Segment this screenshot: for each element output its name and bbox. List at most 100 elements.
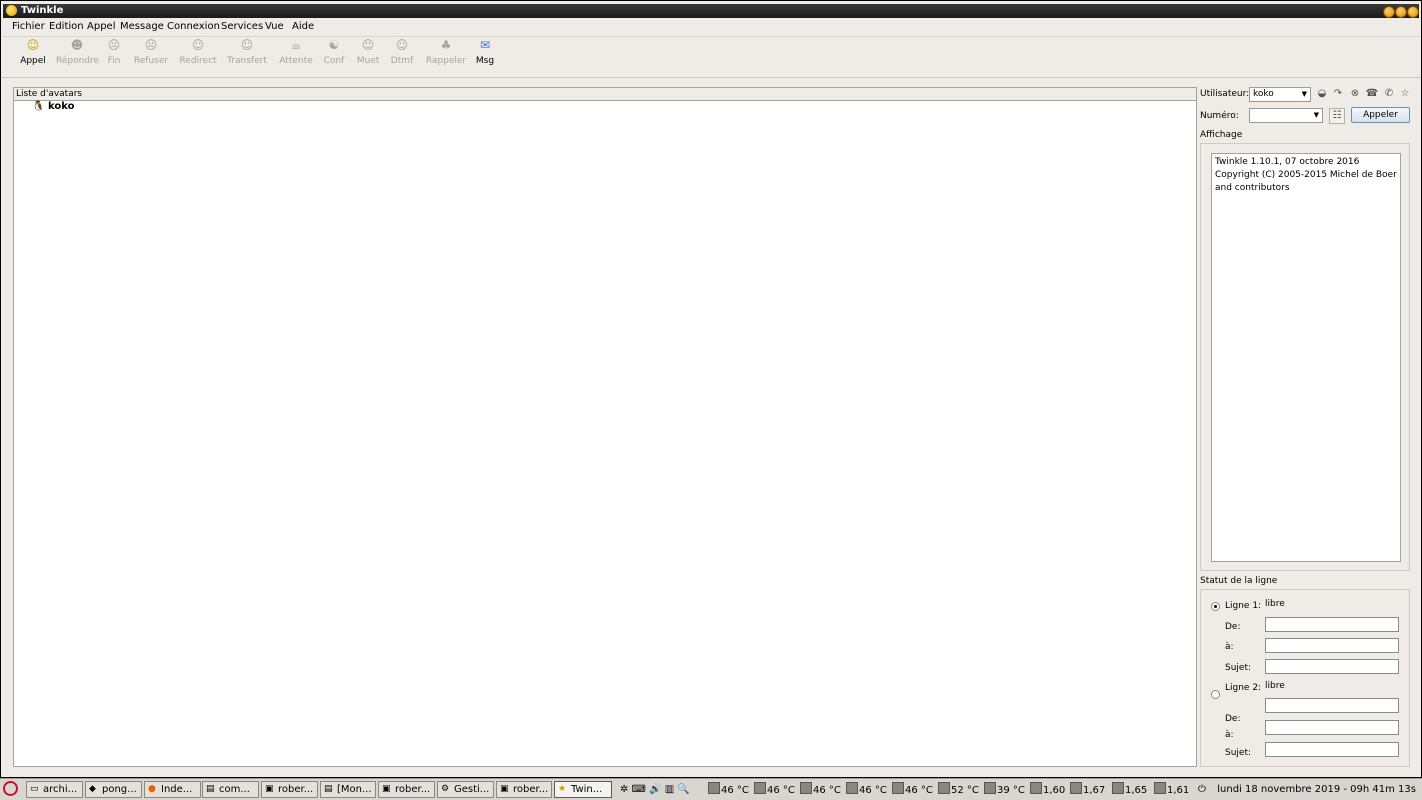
phone-icon[interactable]: ✆ [1382,87,1396,101]
toolbar-appel-button[interactable]: ☺ Appel [20,38,46,67]
toolbar-transfert-button[interactable]: ☺ Transfert [226,39,268,67]
call-button[interactable]: Appeler [1351,107,1410,123]
line1-status: libre [1265,599,1285,609]
toolbar-dtmf-button[interactable]: ☺ Dtmf [390,38,414,67]
fish-icon: ◆ [89,784,96,794]
clock[interactable]: lundi 18 novembre 2019 - 09h 41m 13s [1217,782,1416,797]
menu-fichier[interactable]: Fichier [12,21,45,32]
cpu-freq-2: 1,67 [1070,782,1105,798]
display-title: Affichage [1200,130,1243,140]
auto-answer-icon[interactable]: ⊗ [1348,87,1362,101]
minimize-button[interactable] [1383,6,1395,18]
toolbar-repondre-button[interactable]: ☻ Répondre [56,38,99,67]
hangup-icon: ☹ [107,38,121,52]
title-bar[interactable]: Twinkle [3,4,1419,18]
twinkle-star-icon: ★ [558,784,567,794]
tray-system-icons[interactable]: ✲ ⌨ 🔊 ▥ 🔍 [620,782,690,797]
mute-icon: ☺ [361,38,375,52]
redirect-icon: ☺ [191,38,205,52]
line1-sujet-field[interactable] [1265,659,1399,674]
thermometer-icon [984,782,996,794]
line1-a-field[interactable] [1265,638,1399,653]
line1-radio[interactable] [1211,602,1220,611]
menu-message[interactable]: Message [120,21,164,32]
status-title: Statut de la ligne [1200,576,1278,586]
voicemail-icon[interactable]: ☎ [1365,87,1379,101]
terminal-icon: ▣ [265,784,274,794]
line1-label: Ligne 1: [1225,601,1262,611]
line1-de-field[interactable] [1265,617,1399,632]
line2-de-field[interactable] [1265,720,1399,735]
menu-edition[interactable]: Edition [49,21,84,32]
toolbar-conf-button[interactable]: ☯ Conf [323,39,345,67]
smiley-icon: ☺ [26,38,40,52]
toolbar-redirect-button[interactable]: ☺ Redirect [179,38,217,67]
menu-appel[interactable]: Appel [87,21,115,32]
chevron-down-icon: ▼ [1313,111,1319,119]
task-rober-3[interactable]: ▣ rober... [496,781,552,798]
dnd-icon[interactable]: ◒ [1315,87,1329,101]
menu-vue[interactable]: Vue [265,21,284,32]
task-twinkle[interactable]: ★ Twin... [554,781,612,798]
toolbar: ☺ Appel ☻ Répondre ☹ Fin ☹ Refuser ☺ Red… [3,37,1419,75]
display-area: Twinkle 1.10.1, 07 octobre 2016 Copyrigh… [1211,153,1401,562]
dtmf-icon: ☺ [395,38,409,52]
thermometer-icon [754,782,766,794]
redial-icon: ♣ [440,38,452,52]
hold-icon: ☕ [290,38,302,52]
menu-services[interactable]: Services [221,21,263,32]
editor-icon: ▤ [206,784,215,794]
cpu-freq-1: 1,60 [1030,782,1065,798]
toolbar-attente-button[interactable]: ☕ Attente [278,38,314,67]
number-input[interactable]: ▼ [1249,108,1323,123]
task-archi[interactable]: ▭ archi... [26,781,83,798]
line2-sujet-label: Sujet: [1225,748,1252,758]
thermometer-icon [800,782,812,794]
temp-6: 52 °C [938,782,979,798]
number-label: Numéro: [1200,111,1239,121]
task-mon[interactable]: ▤ [Mon... [320,781,376,798]
twinkle-app-icon [6,5,17,16]
firefox-icon: ● [148,784,156,794]
line2-de-label: De: [1225,714,1241,724]
toolbar-rappeler-button[interactable]: ♣ Rappeler [425,38,467,67]
task-pong[interactable]: ◆ pong... [85,781,142,798]
menu-aide[interactable]: Aide [292,21,314,32]
task-com[interactable]: ▤ com... [202,781,259,798]
message-icon: ✉ [479,38,491,52]
terminal-icon: ▣ [500,784,509,794]
task-rober-2[interactable]: ▣ rober... [378,781,435,798]
toolbar-muet-button[interactable]: ☺ Muet [356,38,380,67]
temp-2: 46 °C [754,782,795,798]
task-inde[interactable]: ● Inde... [144,781,201,798]
line2-radio[interactable] [1211,690,1220,699]
thermometer-icon [708,782,720,794]
display-line: Copyright (C) 2005-2015 Michel de Boer [1215,170,1397,180]
power-icon[interactable]: ⏻ [1198,782,1206,797]
toolbar-refuser-button[interactable]: ☹ Refuser [133,39,169,67]
task-gesti[interactable]: ⚙ Gesti... [437,781,494,798]
cpu-icon [1112,782,1124,794]
line2-sujet-field[interactable] [1265,742,1399,757]
cpu-freq-3: 1,65 [1112,782,1147,798]
avatar-list[interactable]: Liste d'avatars 🐧 koko [13,87,1197,767]
cpu-icon [1030,782,1042,794]
star-icon[interactable]: ☆ [1398,87,1412,101]
close-button[interactable] [1407,6,1419,18]
redirect-status-icon[interactable]: ↷ [1331,87,1345,101]
task-rober-1[interactable]: ▣ rober... [261,781,318,798]
line2-label: Ligne 2: [1225,683,1262,693]
toolbar-fin-button[interactable]: ☹ Fin [107,38,121,67]
taskbar: ▭ archi... ◆ pong... ● Inde... ▤ com... ▣ rob… [0,778,1422,800]
user-select[interactable]: koko ▼ [1249,87,1311,102]
avatar-item-koko[interactable]: 🐧 koko [32,101,75,112]
menu-connexion[interactable]: Connexion [167,21,220,32]
toolbar-msg-button[interactable]: ✉ Msg [475,38,495,67]
user-label: Utilisateur: [1200,89,1250,99]
line2-extra-field[interactable] [1265,698,1399,713]
line1-sujet-label: Sujet: [1225,663,1252,673]
maximize-button[interactable] [1395,6,1407,18]
answer-icon: ☻ [70,38,84,52]
debian-menu-icon[interactable] [3,781,18,796]
address-book-icon[interactable]: ☷ [1329,108,1345,124]
